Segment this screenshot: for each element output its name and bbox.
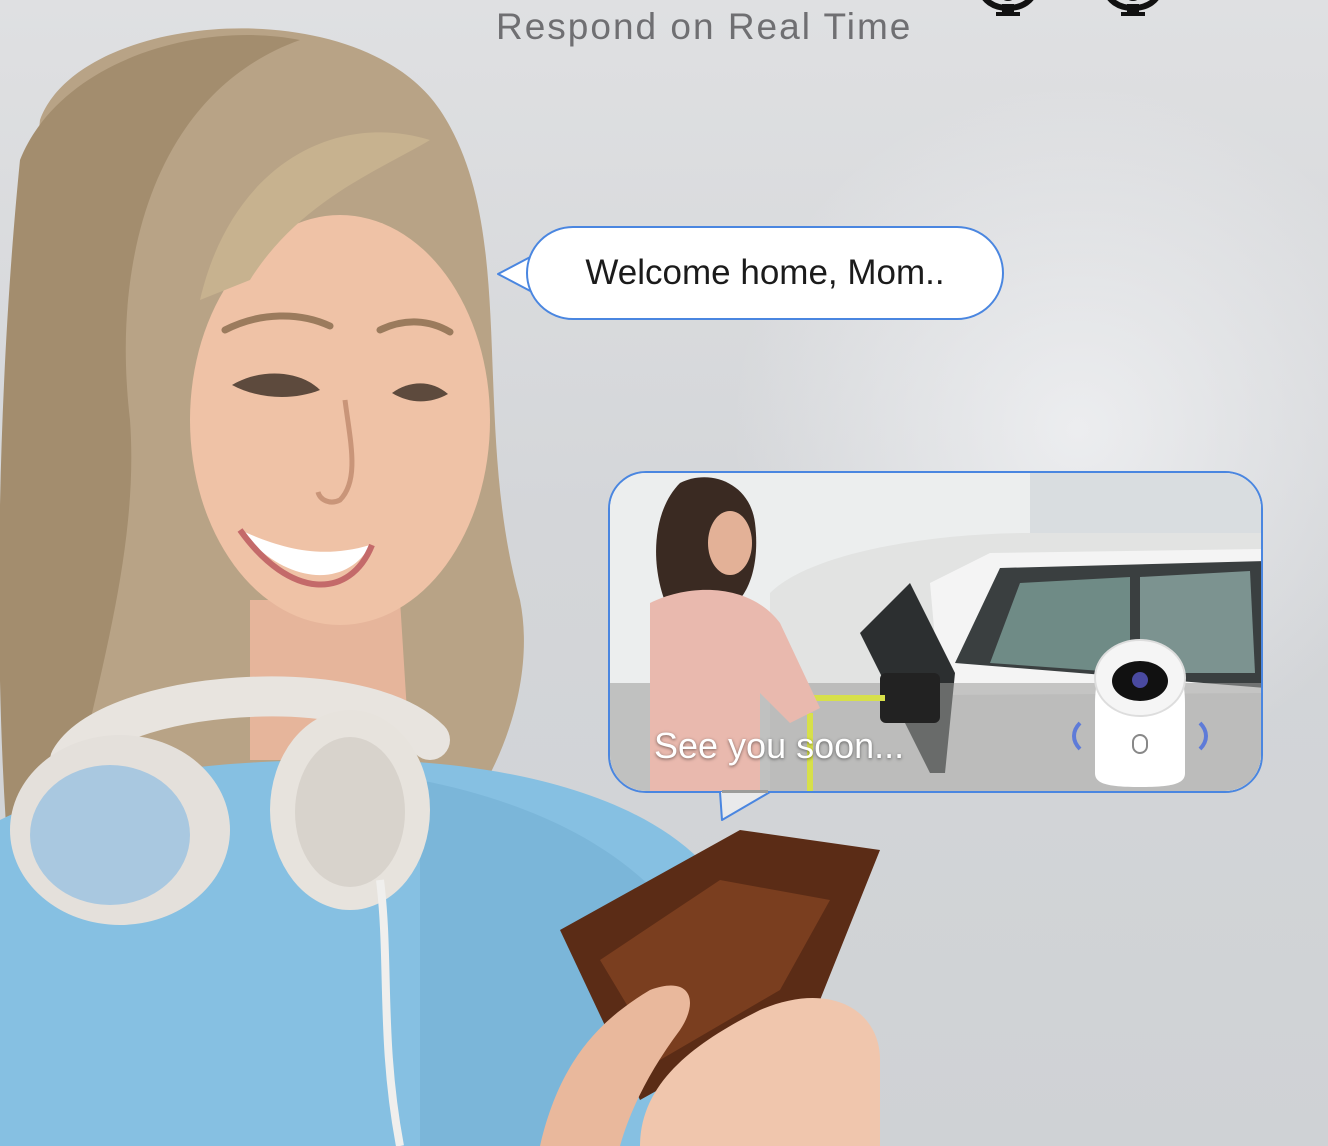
- speech-bubble-welcome: Welcome home, Mom..: [526, 226, 1004, 320]
- camera-view-bubble: See you soon...: [608, 471, 1263, 793]
- camera-caption: See you soon...: [654, 725, 905, 766]
- bubble-tail: [719, 790, 771, 821]
- camera-mount-icon: [982, 0, 1034, 16]
- camera-mount-icon: [1107, 0, 1159, 16]
- product-scene: Respond on Real Time Welcome home, Mom..…: [0, 0, 1328, 1146]
- speech-bubble-text: Welcome home, Mom..: [585, 253, 945, 292]
